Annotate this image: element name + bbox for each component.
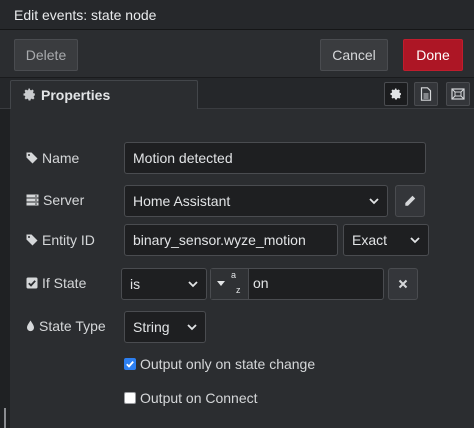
server-select[interactable]: Home Assistant	[124, 185, 388, 217]
output-on-connect-checkbox[interactable]: Output on Connect	[124, 388, 258, 408]
chevron-down-icon	[188, 281, 198, 288]
tab-properties[interactable]: Properties	[10, 80, 198, 110]
state-type-label: State Type	[26, 316, 106, 336]
tag-icon	[26, 234, 38, 246]
edit-server-button[interactable]	[395, 185, 425, 217]
chevron-down-icon	[410, 237, 420, 244]
dialog-titlebar: Edit events: state node	[0, 0, 474, 30]
state-operator-select[interactable]: is	[121, 268, 207, 300]
resize-handle[interactable]	[4, 408, 6, 428]
if-state-label: If State	[26, 273, 86, 293]
document-icon	[420, 87, 432, 101]
droplet-icon	[27, 320, 34, 332]
name-input[interactable]: Motion detected	[124, 142, 426, 174]
entity-id-label: Entity ID	[26, 230, 95, 250]
chevron-down-icon	[369, 198, 379, 205]
clear-state-button[interactable]	[388, 268, 418, 300]
checkbox-checked-icon[interactable]	[124, 358, 136, 370]
left-gutter	[0, 109, 6, 428]
state-type-select[interactable]: String	[124, 311, 206, 343]
tag-icon	[26, 152, 38, 164]
checkbox-checked-icon	[26, 277, 38, 289]
layout-icon	[451, 88, 465, 100]
state-value-input[interactable]: on	[253, 275, 269, 291]
value-type-button[interactable]: az	[211, 269, 249, 299]
string-type-icon: az	[231, 270, 241, 295]
cancel-button[interactable]: Cancel	[320, 39, 388, 71]
dialog-title: Edit events: state node	[14, 7, 157, 23]
description-tab-button[interactable]	[414, 82, 438, 106]
name-label: Name	[26, 148, 79, 168]
appearance-tab-button[interactable]	[446, 82, 470, 106]
entity-id-input[interactable]: binary_sensor.wyze_motion	[124, 224, 338, 256]
server-label: Server	[26, 190, 84, 210]
close-icon	[398, 279, 408, 289]
entity-match-select[interactable]: Exact	[343, 224, 429, 256]
delete-button[interactable]: Delete	[14, 39, 78, 71]
state-value-typedinput[interactable]: az on	[210, 268, 384, 300]
server-icon	[26, 194, 39, 206]
tab-label: Properties	[41, 87, 111, 103]
settings-tab-button[interactable]	[384, 82, 408, 106]
pencil-icon	[405, 195, 416, 206]
chevron-down-icon	[187, 324, 197, 331]
output-on-change-checkbox[interactable]: Output only on state change	[124, 354, 315, 374]
caret-down-icon	[217, 281, 225, 286]
done-button[interactable]: Done	[403, 39, 463, 71]
gear-icon	[23, 88, 35, 101]
gear-icon	[390, 88, 401, 100]
checkbox-unchecked-icon[interactable]	[124, 392, 136, 404]
